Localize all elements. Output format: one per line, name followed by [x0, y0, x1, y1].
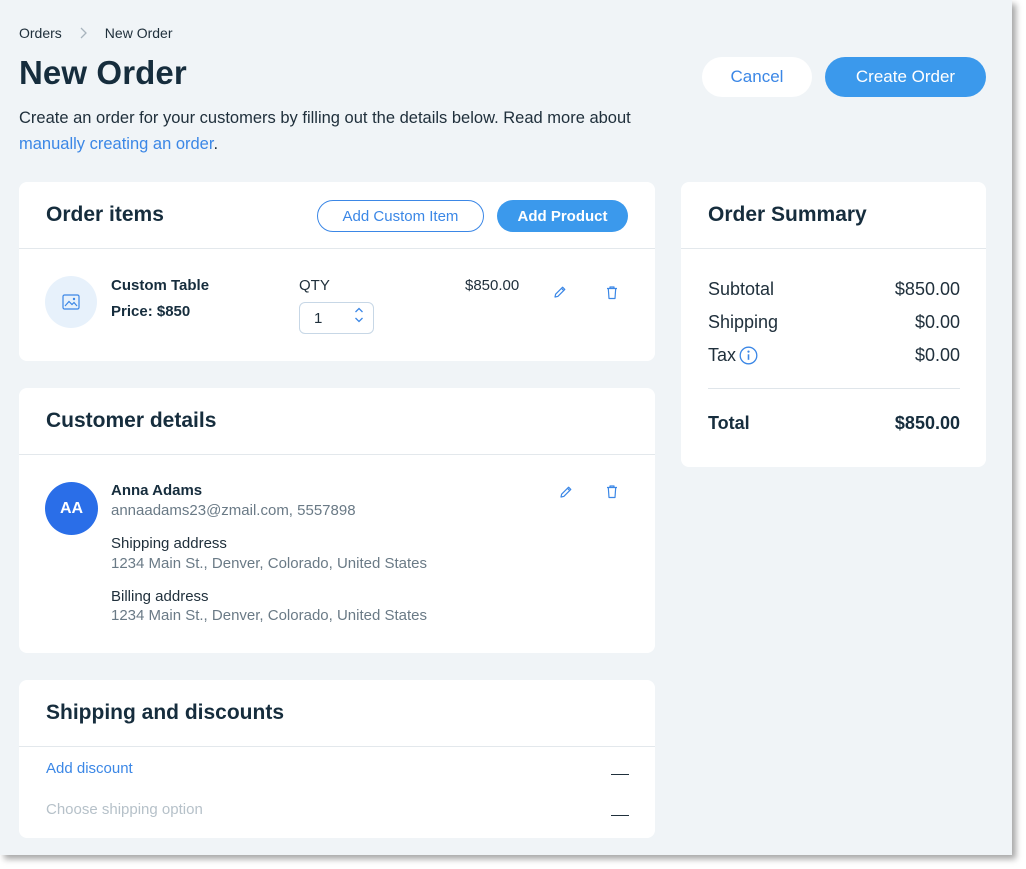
- summary-row-total: Total $850.00: [708, 413, 960, 434]
- trash-icon[interactable]: [602, 481, 622, 501]
- create-order-button[interactable]: Create Order: [825, 57, 986, 97]
- item-price: Price: $850: [111, 303, 191, 320]
- summary-row-shipping: Shipping $0.00: [708, 312, 960, 333]
- quantity-value[interactable]: 1: [314, 310, 322, 327]
- add-discount-link[interactable]: Add discount: [46, 760, 133, 777]
- quantity-arrows: [354, 306, 364, 324]
- total-label: Total: [708, 413, 750, 433]
- total-value: $850.00: [894, 413, 960, 433]
- summary-row-subtotal: Subtotal $850.00: [708, 279, 960, 300]
- billing-address-value: 1234 Main St., Denver, Colorado, United …: [111, 607, 428, 624]
- order-items-card: Order items Add Custom Item Add Product …: [19, 182, 655, 361]
- manual-order-help-link[interactable]: manually creating an order: [19, 135, 213, 153]
- shipping-label: Shipping: [708, 312, 779, 332]
- customer-details-header: Customer details: [19, 388, 655, 455]
- order-summary-header: Order Summary: [681, 182, 986, 249]
- add-product-button[interactable]: Add Product: [497, 200, 628, 232]
- qty-label: QTY: [299, 277, 330, 294]
- add-custom-item-button[interactable]: Add Custom Item: [317, 200, 484, 232]
- customer-contact: annaadams23@zmail.com, 5557898: [111, 502, 356, 519]
- shipping-discounts-title: Shipping and discounts: [46, 701, 284, 724]
- info-icon[interactable]: [739, 346, 758, 365]
- page-description: Create an order for your customers by fi…: [19, 105, 679, 157]
- breadcrumb-orders-link[interactable]: Orders: [19, 25, 62, 41]
- trash-icon[interactable]: [602, 282, 622, 302]
- subtotal-value: $850.00: [894, 279, 960, 299]
- shipping-discounts-header: Shipping and discounts: [19, 680, 655, 747]
- description-text: Create an order for your customers by fi…: [19, 109, 631, 127]
- tax-value: $0.00: [914, 345, 960, 365]
- image-placeholder-icon: [45, 276, 97, 328]
- discount-value-dash: [611, 774, 629, 775]
- chevron-right-icon: [80, 27, 87, 39]
- quantity-stepper[interactable]: 1: [299, 302, 374, 334]
- order-items-title: Order items: [46, 203, 164, 226]
- billing-address-label: Billing address: [111, 588, 209, 605]
- chevron-down-icon[interactable]: [354, 316, 364, 324]
- chevron-up-icon[interactable]: [354, 306, 364, 314]
- customer-name: Anna Adams: [111, 482, 203, 499]
- shipping-value: $0.00: [914, 312, 960, 332]
- description-suffix: .: [213, 135, 219, 153]
- pencil-icon[interactable]: [556, 482, 576, 502]
- summary-row-tax: Tax $0.00: [708, 345, 960, 366]
- order-items-header: Order items Add Custom Item Add Product: [19, 182, 655, 249]
- order-summary-card: Order Summary Subtotal $850.00 Shipping …: [681, 182, 986, 467]
- tax-label: Tax: [708, 345, 737, 365]
- shipping-value-dash: [611, 815, 629, 816]
- shipping-address-value: 1234 Main St., Denver, Colorado, United …: [111, 555, 428, 572]
- cancel-button[interactable]: Cancel: [702, 57, 812, 97]
- page-title: New Order: [19, 54, 187, 91]
- item-name: Custom Table: [111, 277, 210, 294]
- summary-divider: [708, 388, 960, 389]
- breadcrumb-current: New Order: [104, 25, 173, 41]
- item-total: $850.00: [465, 277, 520, 294]
- avatar: AA: [45, 482, 98, 535]
- customer-details-card: Customer details AA Anna Adams annaadams…: [19, 388, 655, 653]
- subtotal-label: Subtotal: [708, 279, 775, 299]
- customer-details-title: Customer details: [46, 409, 217, 432]
- shipping-option-select[interactable]: Choose shipping option: [46, 801, 203, 818]
- shipping-discounts-card: Shipping and discounts Add discount Choo…: [19, 680, 655, 838]
- order-summary-title: Order Summary: [708, 203, 867, 226]
- tax-label-group: Tax: [708, 345, 758, 366]
- shipping-address-label: Shipping address: [111, 535, 227, 552]
- app-window: Orders New Order New Order Create an ord…: [0, 0, 1012, 855]
- breadcrumb: Orders New Order: [19, 25, 172, 41]
- pencil-icon[interactable]: [550, 282, 570, 302]
